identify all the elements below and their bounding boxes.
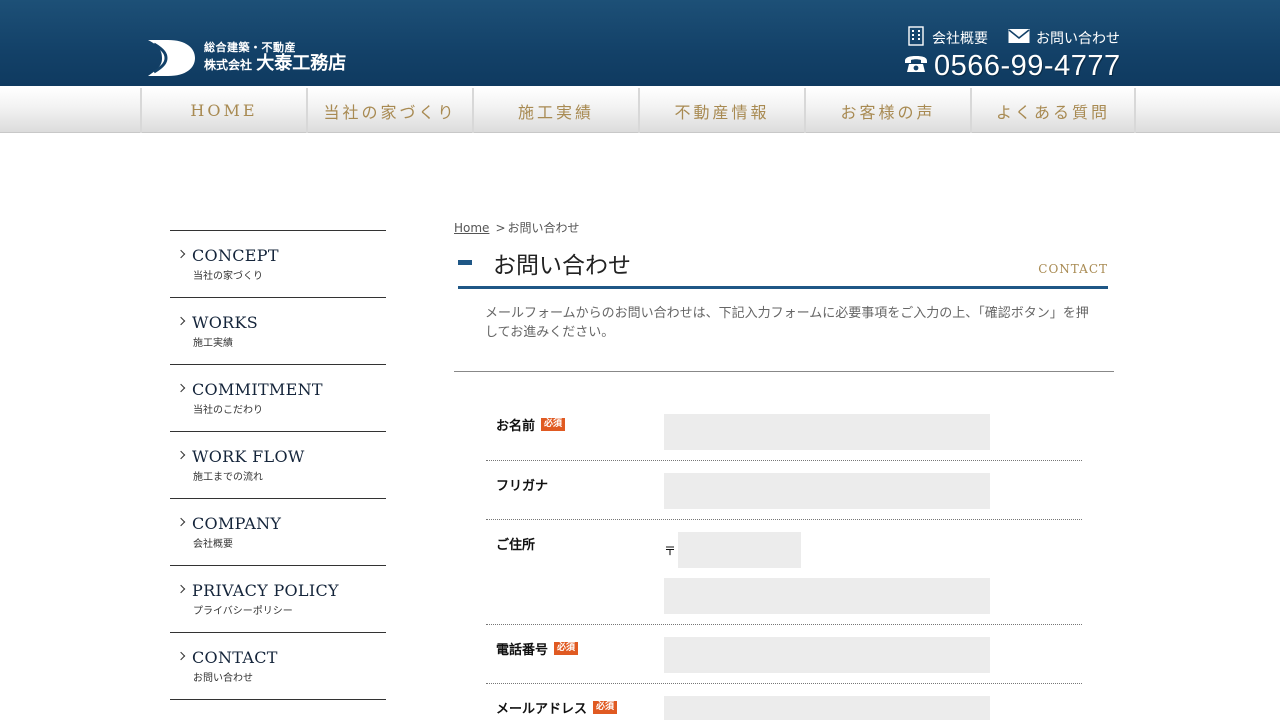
sidebar-item-sublabel: 施工実績 [193,338,233,349]
page-heading: お問い合わせ CONTACT [458,244,1108,289]
breadcrumb-home-link[interactable]: Home [454,221,489,235]
breadcrumb: Home > お問い合わせ [454,219,580,236]
postal-code-input[interactable] [678,532,801,568]
contact-link[interactable]: お問い合わせ [1008,26,1120,50]
required-badge: 必須 [554,642,579,655]
form-row-address: ご住所 〒 [486,520,1082,625]
company-profile-link[interactable]: 会社概要 [906,26,988,50]
field-label: フリガナ [496,475,548,494]
address-label: ご住所 [496,538,536,553]
breadcrumb-separator: > [495,221,506,235]
nav-item-works[interactable]: 施工実績 [472,88,638,133]
logo-company: 株式会社 大泰工務店 [204,54,346,75]
form-row-email: メールアドレス 必須 [486,684,1082,720]
logo-company-name: 大泰工務店 [256,53,347,74]
utility-links: 会社概要 お問い合わせ [906,26,1120,50]
chevron-right-icon [176,584,186,594]
form-row-phone: 電話番号 必須 [486,625,1082,684]
sidebar-item-commitment[interactable]: COMMITMENT 当社のこだわり [170,365,386,432]
email-label: メールアドレス [496,702,588,717]
site-logo[interactable]: 総合建築・不動産 株式会社 大泰工務店 [146,38,346,78]
sidebar-item-sublabel: 当社の家づくり [193,271,263,282]
heading-bar-icon [458,260,472,265]
sidebar-item-sublabel: 当社のこだわり [193,405,263,416]
page-title-en: CONTACT [1038,262,1108,276]
intro-text: メールフォームからのお問い合わせは、下記入力フォームに必要事項をご入力の上、「確… [485,306,1089,340]
logo-text: 総合建築・不動産 株式会社 大泰工務店 [204,41,346,75]
field-label: メールアドレス 必須 [496,698,618,717]
contact-label: お問い合わせ [1036,31,1120,47]
form-row-name: お名前 必須 [486,401,1082,461]
divider [454,371,1114,372]
nav-item-real-estate[interactable]: 不動産情報 [638,88,804,133]
chevron-right-icon [176,651,186,661]
sidebar-item-work-flow[interactable]: WORK FLOW 施工までの流れ [170,432,386,499]
phone-number-text: 0566-99-4777 [934,50,1121,82]
chevron-right-icon [176,383,186,393]
form-row-kana: フリガナ [486,461,1082,520]
sidebar-item-label: COMPANY [192,514,282,533]
nav-item-voices[interactable]: お客様の声 [804,88,970,133]
sidebar-item-sublabel: 会社概要 [193,539,233,550]
required-badge: 必須 [541,418,566,431]
phone-icon [904,55,928,77]
field-label: ご住所 [496,534,535,553]
chevron-right-icon [176,249,186,259]
sidebar-item-sublabel: 施工までの流れ [193,472,263,483]
nav-item-concept[interactable]: 当社の家づくり [306,88,472,133]
required-badge: 必須 [593,701,618,714]
building-icon [906,26,926,50]
address-input[interactable] [664,578,990,614]
contact-form: お名前 必須 フリガナ ご住所 〒 電話番号 必須 メールアドレス 必須 [486,401,1082,720]
sidebar-item-label: COMMITMENT [192,380,323,399]
sidebar-item-privacy-policy[interactable]: PRIVACY POLICY プライバシーポリシー [170,566,386,633]
nav-item-faq[interactable]: よくある質問 [970,88,1136,133]
nav-item-home[interactable]: HOME [140,88,306,133]
postal-mark: 〒 [664,544,677,558]
sidebar-nav: CONCEPT 当社の家づくり WORKS 施工実績 COMMITMENT 当社… [170,230,386,700]
mail-icon [1008,28,1030,48]
global-nav: HOME 当社の家づくり 施工実績 不動産情報 お客様の声 よくある質問 [0,86,1280,133]
sidebar-item-label: CONTACT [192,648,278,667]
field-label: 電話番号 必須 [496,639,579,658]
company-profile-label: 会社概要 [932,31,988,47]
sidebar-item-works[interactable]: WORKS 施工実績 [170,298,386,365]
page-title: お問い合わせ [493,253,631,279]
sidebar-item-sublabel: お問い合わせ [193,673,253,684]
sidebar-item-label: PRIVACY POLICY [192,581,339,600]
sidebar-item-label: CONCEPT [192,246,279,265]
sidebar-item-label: WORK FLOW [192,447,305,466]
kana-input[interactable] [664,473,990,509]
logo-company-prefix: 株式会社 [204,58,253,72]
kana-label: フリガナ [496,479,549,494]
field-label: お名前 必須 [496,415,566,434]
logo-mark-icon [146,38,196,78]
sidebar-item-contact[interactable]: CONTACT お問い合わせ [170,633,386,700]
phone-number[interactable]: 0566-99-4777 [904,50,1121,82]
email-input[interactable] [664,696,990,720]
breadcrumb-current: お問い合わせ [507,221,580,235]
name-label: お名前 [496,419,536,434]
site-header: 総合建築・不動産 株式会社 大泰工務店 会社概要 お問い合わせ 0566-99-… [0,0,1280,86]
chevron-right-icon [176,450,186,460]
phone-input[interactable] [664,637,990,673]
sidebar-item-company[interactable]: COMPANY 会社概要 [170,499,386,566]
chevron-right-icon [176,316,186,326]
global-nav-items: HOME 当社の家づくり 施工実績 不動産情報 お客様の声 よくある質問 [140,88,1136,133]
sidebar-item-label: WORKS [192,313,259,332]
name-input[interactable] [664,414,990,450]
sidebar-item-sublabel: プライバシーポリシー [193,606,293,617]
chevron-right-icon [176,517,186,527]
phone-label: 電話番号 [496,643,549,658]
sidebar-item-concept[interactable]: CONCEPT 当社の家づくり [170,231,386,298]
